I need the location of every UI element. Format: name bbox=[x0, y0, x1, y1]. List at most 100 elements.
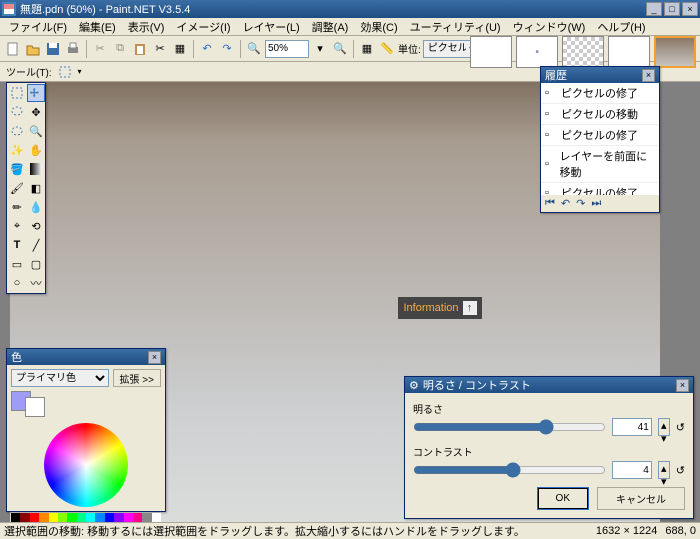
tool-pencil[interactable]: ✏ bbox=[8, 198, 26, 216]
new-icon[interactable] bbox=[4, 40, 22, 58]
thumb-1[interactable] bbox=[470, 36, 512, 68]
history-list[interactable]: ▫ピクセルの修了 ▫ピクセルの移動 ▫ピクセルの修了 ▫レイヤーを前面に移動 ▫… bbox=[541, 83, 659, 195]
statusbar: 選択範囲の移動: 移動するには選択範囲をドラッグします。拡大縮小するにはハンドル… bbox=[0, 522, 700, 539]
tool-recolor[interactable]: ⟲ bbox=[27, 217, 45, 235]
tool-clone[interactable]: ⌖ bbox=[8, 217, 26, 235]
thumb-4[interactable] bbox=[608, 36, 650, 68]
history-redo-icon[interactable]: ↷ bbox=[576, 197, 585, 210]
tool-lasso[interactable] bbox=[8, 103, 26, 121]
current-tool-icon[interactable] bbox=[56, 63, 74, 81]
tool-rect[interactable]: ▭ bbox=[8, 255, 26, 273]
colors-expand-button[interactable]: 拡張 >> bbox=[113, 369, 161, 387]
zoom-input[interactable] bbox=[265, 40, 309, 58]
colors-panel: 色 × プライマリ色 拡張 >> bbox=[6, 348, 166, 512]
tool-rect-select[interactable] bbox=[8, 84, 26, 102]
app-icon bbox=[2, 2, 16, 16]
tool-line[interactable]: ╱ bbox=[27, 236, 45, 254]
history-rewind-icon[interactable]: ⏮ bbox=[545, 197, 555, 210]
minimize-button[interactable]: _ bbox=[646, 2, 662, 16]
status-text: 選択範囲の移動: 移動するには選択範囲をドラッグします。拡大縮小するにはハンドル… bbox=[4, 523, 524, 539]
colors-title: 色 bbox=[11, 349, 22, 365]
tool-move[interactable]: ✥ bbox=[27, 103, 45, 121]
menu-image[interactable]: イメージ(I) bbox=[171, 17, 235, 37]
brightness-reset-icon[interactable]: ↺ bbox=[676, 421, 685, 434]
paste-icon[interactable] bbox=[131, 40, 149, 58]
save-icon[interactable] bbox=[44, 40, 62, 58]
menu-adjustments[interactable]: 調整(A) bbox=[307, 17, 354, 37]
history-item: ▫ピクセルの修了 bbox=[541, 183, 659, 195]
tool-bucket[interactable]: 🪣 bbox=[8, 160, 26, 178]
contrast-spinner[interactable]: ▴▾ bbox=[658, 461, 670, 479]
menubar: ファイル(F) 編集(E) 表示(V) イメージ(I) レイヤー(L) 調整(A… bbox=[0, 18, 700, 36]
tool-ellipse[interactable]: ○ bbox=[8, 274, 26, 292]
contrast-label: コントラスト bbox=[413, 444, 685, 459]
tool-text[interactable]: T bbox=[8, 236, 26, 254]
tool-pan[interactable]: ✋ bbox=[27, 141, 45, 159]
deselect-icon[interactable]: ▦ bbox=[171, 40, 189, 58]
colors-close-icon[interactable]: × bbox=[148, 351, 161, 364]
menu-window[interactable]: ウィンドウ(W) bbox=[508, 17, 591, 37]
zoom-in-icon[interactable]: 🔍 bbox=[331, 40, 349, 58]
tool-ellipse-select[interactable] bbox=[8, 122, 26, 140]
grid-icon[interactable]: ▦ bbox=[358, 40, 376, 58]
tool-wand[interactable]: ✨ bbox=[8, 141, 26, 159]
crop-icon[interactable]: ✂ bbox=[151, 40, 169, 58]
history-panel: 履歴 × ▫ピクセルの修了 ▫ピクセルの移動 ▫ピクセルの修了 ▫レイヤーを前面に… bbox=[540, 66, 660, 213]
tool-move-selection[interactable] bbox=[27, 84, 45, 102]
menu-view[interactable]: 表示(V) bbox=[123, 17, 170, 37]
window-title: 無題.pdn (50%) - Paint.NET V3.5.4 bbox=[20, 1, 190, 17]
menu-edit[interactable]: 編集(E) bbox=[74, 17, 121, 37]
color-mode-select[interactable]: プライマリ色 bbox=[11, 369, 109, 387]
tool-picker[interactable]: 💧 bbox=[27, 198, 45, 216]
history-item: ▫レイヤーを前面に移動 bbox=[541, 146, 659, 183]
print-icon[interactable] bbox=[64, 40, 82, 58]
zoom-out-icon[interactable]: 🔍 bbox=[245, 40, 263, 58]
tool-dropdown-icon[interactable]: ▾ bbox=[78, 67, 82, 76]
thumb-3[interactable] bbox=[562, 36, 604, 68]
tool-brush[interactable]: 🖌 bbox=[8, 179, 26, 197]
tool-rrect[interactable]: ▢ bbox=[27, 255, 45, 273]
image-thumbnails: ■ bbox=[470, 36, 696, 68]
menu-layer[interactable]: レイヤー(L) bbox=[238, 17, 305, 37]
tool-gradient[interactable] bbox=[27, 160, 45, 178]
redo-icon[interactable]: ↷ bbox=[218, 40, 236, 58]
cancel-button[interactable]: キャンセル bbox=[597, 487, 685, 510]
secondary-color-swatch[interactable] bbox=[25, 397, 45, 417]
contrast-reset-icon[interactable]: ↺ bbox=[676, 464, 685, 477]
dialog-close-icon[interactable]: × bbox=[676, 379, 689, 392]
undo-icon[interactable]: ↶ bbox=[198, 40, 216, 58]
ok-button[interactable]: OK bbox=[537, 487, 589, 510]
history-item: ▫ピクセルの修了 bbox=[541, 125, 659, 146]
cut-icon[interactable]: ✂ bbox=[91, 40, 109, 58]
ruler-icon[interactable]: 📏 bbox=[378, 40, 396, 58]
history-title: 履歴 bbox=[545, 67, 567, 83]
close-button[interactable]: × bbox=[682, 2, 698, 16]
brightness-label: 明るさ bbox=[413, 401, 685, 416]
copy-icon[interactable]: ⧉ bbox=[111, 40, 129, 58]
gear-icon: ⚙ bbox=[409, 379, 419, 392]
brightness-value[interactable] bbox=[612, 418, 652, 436]
menu-utility[interactable]: ユーティリティ(U) bbox=[405, 17, 506, 37]
menu-help[interactable]: ヘルプ(H) bbox=[592, 17, 650, 37]
thumb-2[interactable]: ■ bbox=[516, 36, 558, 68]
tool-zoom[interactable]: 🔍 bbox=[27, 122, 45, 140]
thumb-5[interactable] bbox=[654, 36, 696, 68]
history-undo-icon[interactable]: ↶ bbox=[561, 197, 570, 210]
history-ff-icon[interactable]: ⏭ bbox=[591, 197, 601, 210]
zoom-dropdown-icon[interactable]: ▾ bbox=[311, 40, 329, 58]
brightness-spinner[interactable]: ▴▾ bbox=[658, 418, 670, 436]
sign-overlay: Information ↑ bbox=[398, 297, 482, 319]
tool-freeform[interactable]: 〰 bbox=[27, 274, 45, 292]
contrast-slider[interactable] bbox=[413, 462, 606, 478]
history-close-icon[interactable]: × bbox=[642, 69, 655, 82]
menu-effects[interactable]: 効果(C) bbox=[355, 17, 402, 37]
unit-label: 単位: bbox=[398, 41, 421, 56]
maximize-button[interactable]: □ bbox=[664, 2, 680, 16]
contrast-value[interactable] bbox=[612, 461, 652, 479]
brightness-slider[interactable] bbox=[413, 419, 606, 435]
tool-eraser[interactable]: ◧ bbox=[27, 179, 45, 197]
history-item: ▫ピクセルの修了 bbox=[541, 83, 659, 104]
open-icon[interactable] bbox=[24, 40, 42, 58]
menu-file[interactable]: ファイル(F) bbox=[4, 17, 72, 37]
color-wheel[interactable] bbox=[44, 423, 128, 507]
